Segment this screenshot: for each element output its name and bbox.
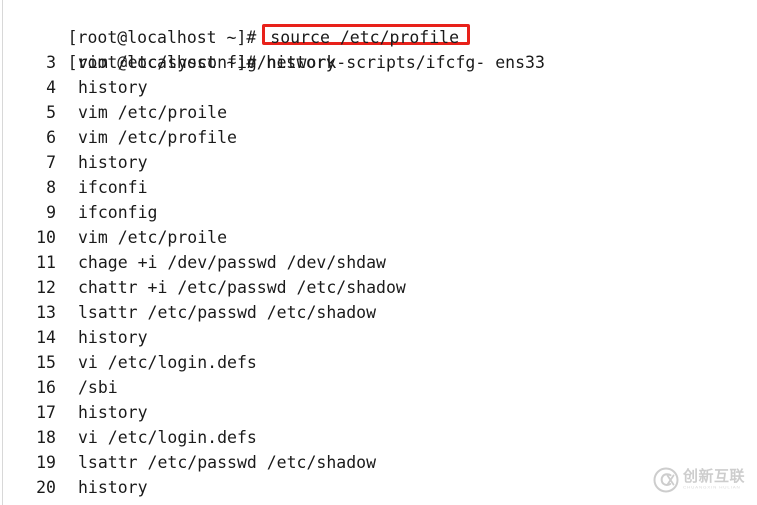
history-command: lsattr /etc/passwd /etc/shadow bbox=[78, 303, 377, 322]
history-command: /sbi bbox=[78, 378, 118, 397]
history-command: chage +i /dev/passwd /dev/shdaw bbox=[78, 253, 386, 272]
history-index: 12 bbox=[36, 278, 56, 297]
history-index: 4 bbox=[46, 78, 56, 97]
history-index: 16 bbox=[36, 378, 56, 397]
watermark-text: 创新互联 CHUANGXIN HULIAN bbox=[683, 469, 745, 491]
history-command: vim /etc/profile bbox=[78, 128, 237, 147]
prompt-line-history: [root@localhost ~]# history bbox=[0, 25, 757, 72]
history-index: 7 bbox=[46, 153, 56, 172]
history-index: 15 bbox=[36, 353, 56, 372]
history-row: 19 lsattr /etc/passwd /etc/shadow bbox=[0, 450, 757, 475]
history-row: 9 ifconfig bbox=[0, 200, 757, 225]
history-row: 3 vim /etc/sysconfig/network-scripts/ifcf… bbox=[0, 50, 757, 75]
history-row: 16/sbi bbox=[0, 375, 757, 400]
history-row: 17 history bbox=[0, 400, 757, 425]
history-row: 10 vim /etc/proile bbox=[0, 225, 757, 250]
prompt-line-source: [root@localhost ~]# source /etc/profile bbox=[0, 0, 757, 47]
history-index: 5 bbox=[46, 103, 56, 122]
history-command: ifconfig bbox=[78, 203, 158, 222]
history-row: 4 history bbox=[0, 75, 757, 100]
logo-icon bbox=[653, 467, 679, 493]
history-row: 21source /etc/profile bbox=[0, 500, 757, 505]
history-command: history bbox=[78, 478, 148, 497]
history-command: history bbox=[78, 403, 148, 422]
watermark: 创新互联 CHUANGXIN HULIAN bbox=[653, 463, 749, 497]
history-row: 6 vim /etc/profile bbox=[0, 125, 757, 150]
history-command: vi /etc/login.defs bbox=[78, 428, 257, 447]
history-row: 13 lsattr /etc/passwd /etc/shadow bbox=[0, 300, 757, 325]
history-row: 20 history bbox=[0, 475, 757, 500]
history-row: 15 vi /etc/login.defs bbox=[0, 350, 757, 375]
history-row: 7 history bbox=[0, 150, 757, 175]
history-index: 8 bbox=[46, 178, 56, 197]
history-row: 8 ifconfi bbox=[0, 175, 757, 200]
history-command: vim /etc/proile bbox=[78, 103, 228, 122]
watermark-brand-pinyin: CHUANGXIN HULIAN bbox=[683, 485, 741, 490]
history-index: 9 bbox=[46, 203, 56, 222]
history-command: chattr +i /etc/passwd /etc/shadow bbox=[78, 278, 406, 297]
history-command: history bbox=[78, 328, 148, 347]
terminal-output[interactable]: [root@localhost ~]# source /etc/profile … bbox=[0, 0, 757, 505]
history-row: 5 vim /etc/proile bbox=[0, 100, 757, 125]
history-index: 10 bbox=[36, 228, 56, 247]
history-row: 12 chattr +i /etc/passwd /etc/shadow bbox=[0, 275, 757, 300]
terminal-screenshot: [root@localhost ~]# source /etc/profile … bbox=[0, 0, 757, 505]
history-index: 14 bbox=[36, 328, 56, 347]
history-index: 13 bbox=[36, 303, 56, 322]
history-command: vi /etc/login.defs bbox=[78, 353, 257, 372]
history-command: source /etc/profile bbox=[56, 500, 267, 505]
watermark-brand-cn: 创新互联 bbox=[683, 467, 746, 486]
history-index: 11 bbox=[36, 253, 56, 272]
history-row: 14 history bbox=[0, 325, 757, 350]
history-command: history bbox=[78, 78, 148, 97]
history-row: 11 chage +i /dev/passwd /dev/shdaw bbox=[0, 250, 757, 275]
history-command: vim /etc/proile bbox=[78, 228, 228, 247]
history-index: 20 bbox=[36, 478, 56, 497]
history-index: 18 bbox=[36, 428, 56, 447]
history-command: history bbox=[78, 153, 148, 172]
history-command: vim /etc/sysconfig/network-scripts/ifcfg… bbox=[78, 53, 545, 72]
history-command: ifconfi bbox=[78, 178, 148, 197]
history-index: 19 bbox=[36, 453, 56, 472]
history-command: lsattr /etc/passwd /etc/shadow bbox=[78, 453, 377, 472]
history-index: 3 bbox=[46, 53, 56, 72]
history-row: 18 vi /etc/login.defs bbox=[0, 425, 757, 450]
history-index: 21 bbox=[0, 500, 56, 505]
history-index: 6 bbox=[46, 128, 56, 147]
history-index: 17 bbox=[36, 403, 56, 422]
